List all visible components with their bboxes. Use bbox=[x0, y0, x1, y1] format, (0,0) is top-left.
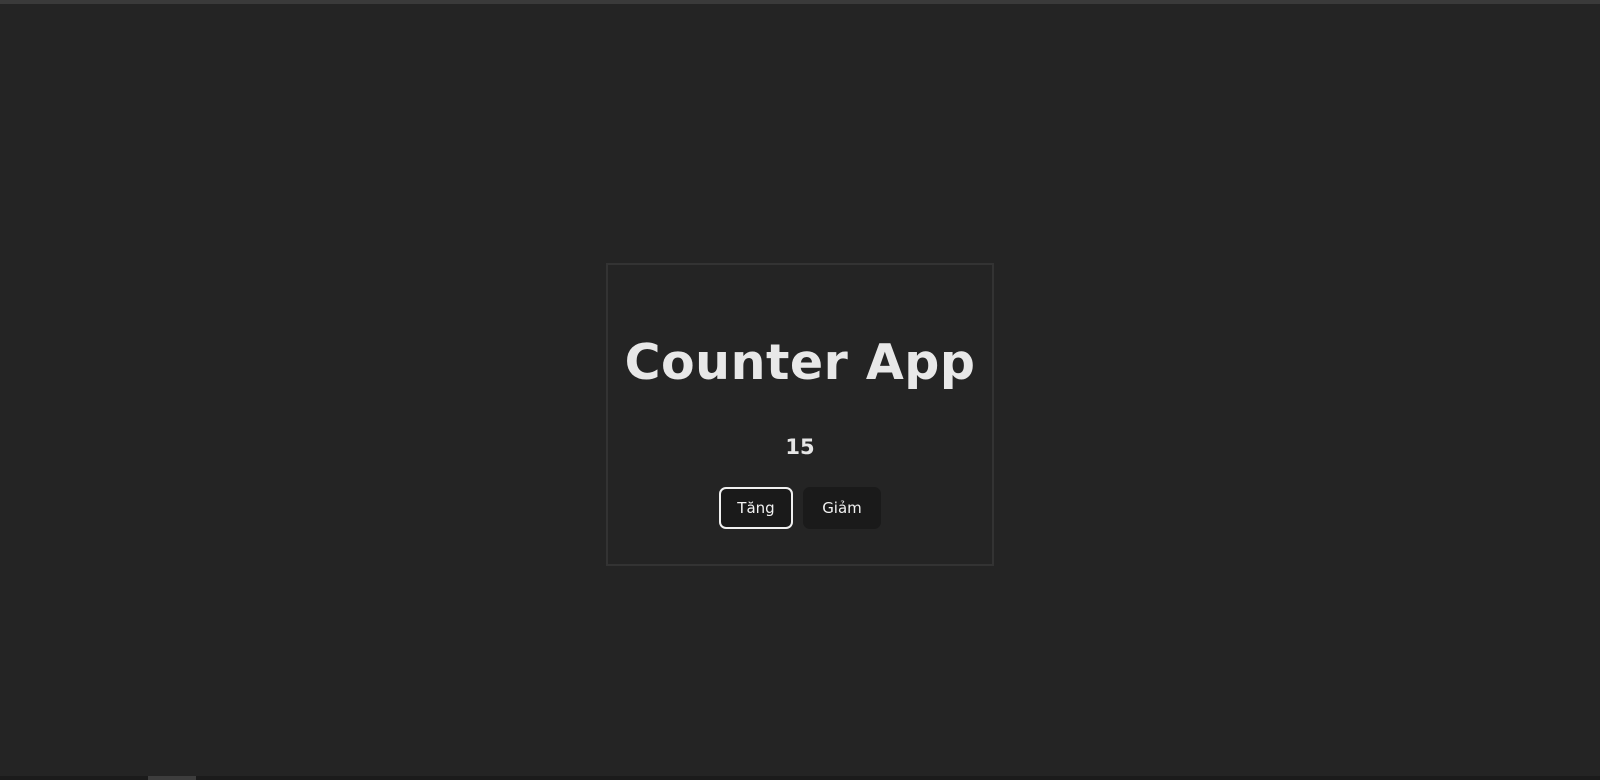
counter-card: Counter App 15 Tăng Giảm bbox=[606, 263, 994, 566]
taskbar-strip bbox=[0, 776, 1600, 780]
button-group: Tăng Giảm bbox=[608, 487, 992, 529]
decrement-button[interactable]: Giảm bbox=[803, 487, 881, 529]
counter-value: 15 bbox=[785, 435, 815, 459]
window-top-border bbox=[0, 0, 1600, 4]
taskbar-tab[interactable] bbox=[148, 776, 196, 780]
increment-button[interactable]: Tăng bbox=[719, 487, 793, 529]
page-title: Counter App bbox=[624, 334, 976, 391]
